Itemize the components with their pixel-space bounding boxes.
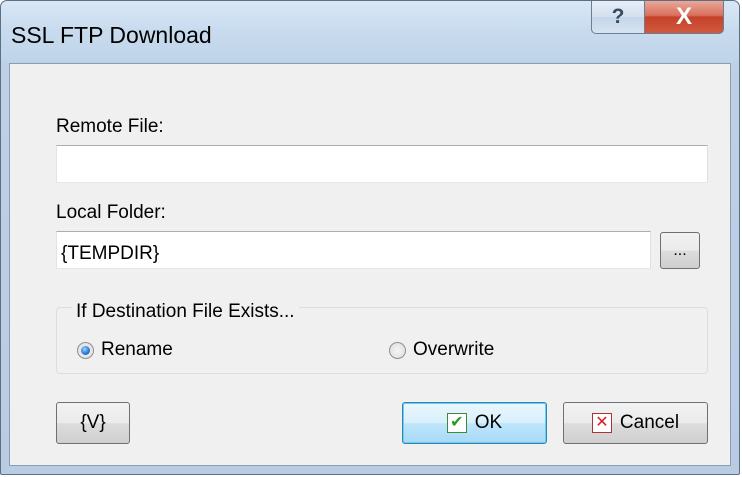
overwrite-radio-label: Overwrite	[413, 339, 495, 360]
remote-file-input[interactable]	[56, 145, 708, 183]
destination-group-legend: If Destination File Exists...	[72, 301, 299, 323]
remote-file-label: Remote File:	[56, 116, 164, 137]
ok-button-label: OK	[474, 412, 503, 433]
local-folder-label: Local Folder:	[56, 202, 166, 223]
checkmark-icon: ✔	[446, 413, 467, 433]
close-button[interactable]: X	[644, 1, 724, 34]
overwrite-radio[interactable]: Overwrite	[389, 339, 494, 361]
radio-checked-icon	[77, 341, 94, 359]
dialog-body: Remote File: Local Folder: ... If Destin…	[9, 63, 731, 466]
help-button[interactable]: ?	[591, 1, 645, 34]
browse-button-label: ...	[673, 241, 687, 259]
close-icon: X	[675, 3, 692, 30]
x-mark-icon: ✕	[591, 413, 612, 433]
variables-button[interactable]: {V}	[56, 402, 130, 444]
rename-radio[interactable]: Rename	[77, 339, 173, 361]
rename-radio-label: Rename	[101, 339, 173, 360]
cancel-button[interactable]: ✕ Cancel	[563, 402, 708, 444]
browse-button[interactable]: ...	[660, 232, 700, 269]
radio-unchecked-icon	[389, 341, 406, 359]
dialog-window: SSL FTP Download ? X Remote File: Local …	[0, 0, 740, 475]
variables-button-label: {V}	[80, 412, 106, 433]
question-icon: ?	[611, 5, 625, 28]
window-title: SSL FTP Download	[11, 22, 212, 48]
ok-button[interactable]: ✔ OK	[402, 402, 547, 444]
title-bar[interactable]: SSL FTP Download ? X	[1, 1, 739, 61]
cancel-button-label: Cancel	[619, 412, 680, 433]
local-folder-input[interactable]	[56, 231, 651, 269]
